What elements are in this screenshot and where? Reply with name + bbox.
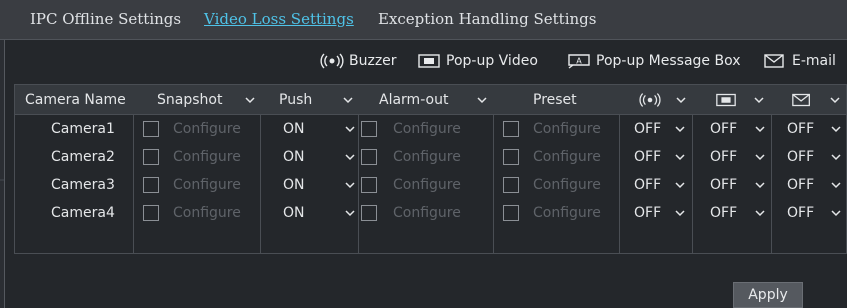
preset-checkbox[interactable]	[503, 121, 519, 137]
legend-popup-message-label: Pop-up Message Box	[596, 53, 741, 69]
legend-buzzer: Buzzer	[320, 52, 397, 70]
chevron-down-icon[interactable]	[343, 95, 353, 105]
chevron-down-icon[interactable]	[345, 208, 355, 218]
camera-name: Camera1	[51, 121, 115, 137]
chevron-down-icon[interactable]	[477, 95, 487, 105]
apply-button[interactable]: Apply	[733, 282, 803, 308]
preset-configure[interactable]: Configure	[533, 143, 601, 171]
chevron-down-icon[interactable]	[754, 95, 764, 105]
alarm-out-checkbox[interactable]	[361, 205, 377, 221]
push-select[interactable]: ON	[283, 171, 305, 199]
legend-email-label: E-mail	[792, 53, 836, 69]
chevron-down-icon[interactable]	[755, 180, 765, 190]
buzzer-icon	[320, 53, 344, 69]
push-select[interactable]: ON	[283, 115, 305, 143]
chevron-down-icon[interactable]	[675, 180, 685, 190]
buzzer-icon	[639, 93, 661, 107]
chevron-down-icon[interactable]	[345, 124, 355, 134]
email-icon	[764, 54, 784, 68]
chevron-down-icon[interactable]	[675, 124, 685, 134]
preset-checkbox[interactable]	[503, 149, 519, 165]
email-select[interactable]: OFF	[787, 143, 814, 171]
preset-checkbox[interactable]	[503, 205, 519, 221]
preset-configure[interactable]: Configure	[533, 171, 601, 199]
alarm-out-configure[interactable]: Configure	[393, 199, 461, 227]
push-select[interactable]: ON	[283, 143, 305, 171]
email-icon	[792, 93, 810, 107]
chevron-down-icon[interactable]	[831, 124, 841, 134]
chevron-down-icon[interactable]	[831, 180, 841, 190]
email-select[interactable]: OFF	[787, 199, 814, 227]
legend-popup-video-label: Pop-up Video	[446, 53, 538, 69]
alarm-out-configure[interactable]: Configure	[393, 171, 461, 199]
chevron-down-icon[interactable]	[676, 95, 686, 105]
svg-text:A: A	[576, 57, 582, 66]
chevron-down-icon[interactable]	[675, 152, 685, 162]
snapshot-checkbox[interactable]	[143, 121, 159, 137]
chevron-down-icon[interactable]	[831, 152, 841, 162]
popup-video-select[interactable]: OFF	[710, 115, 737, 143]
tab-exception-handling-settings[interactable]: Exception Handling Settings	[378, 10, 596, 28]
popup-message-icon: A	[568, 54, 590, 69]
table-row: Camera1 Configure ON Configure Configure…	[15, 115, 847, 143]
email-select[interactable]: OFF	[787, 171, 814, 199]
tab-bar: IPC Offline Settings Video Loss Settings…	[0, 0, 847, 40]
snapshot-checkbox[interactable]	[143, 149, 159, 165]
legend-buzzer-label: Buzzer	[349, 53, 397, 69]
chevron-down-icon[interactable]	[831, 208, 841, 218]
tab-video-loss-settings[interactable]: Video Loss Settings	[204, 10, 354, 28]
buzzer-select[interactable]: OFF	[634, 171, 661, 199]
popup-video-icon	[716, 93, 736, 107]
snapshot-configure[interactable]: Configure	[173, 171, 241, 199]
preset-configure[interactable]: Configure	[533, 199, 601, 227]
camera-name: Camera4	[51, 205, 115, 221]
tab-ipc-offline-settings[interactable]: IPC Offline Settings	[30, 10, 181, 28]
snapshot-configure[interactable]: Configure	[173, 143, 241, 171]
header-alarm-out: Alarm-out	[379, 92, 449, 108]
header-camera-name: Camera Name	[25, 92, 126, 108]
video-loss-table: Camera Name Snapshot Push Alarm-out Pres…	[14, 84, 847, 254]
chevron-down-icon[interactable]	[245, 95, 255, 105]
popup-video-select[interactable]: OFF	[710, 143, 737, 171]
table-row: Camera2 Configure ON Configure Configure…	[15, 143, 847, 171]
header-snapshot: Snapshot	[157, 92, 223, 108]
popup-video-icon	[418, 54, 440, 68]
legend-popup-video: Pop-up Video	[417, 52, 538, 70]
table-header-row: Camera Name Snapshot Push Alarm-out Pres…	[15, 85, 847, 115]
alarm-out-configure[interactable]: Configure	[393, 115, 461, 143]
chevron-down-icon[interactable]	[755, 124, 765, 134]
chevron-down-icon[interactable]	[675, 208, 685, 218]
legend-popup-message: A Pop-up Message Box	[567, 52, 741, 70]
legend-email: E-mail	[763, 52, 836, 70]
preset-configure[interactable]: Configure	[533, 115, 601, 143]
chevron-down-icon[interactable]	[755, 208, 765, 218]
popup-video-select[interactable]: OFF	[710, 199, 737, 227]
header-push: Push	[279, 92, 313, 108]
email-select[interactable]: OFF	[787, 115, 814, 143]
snapshot-checkbox[interactable]	[143, 205, 159, 221]
snapshot-configure[interactable]: Configure	[173, 199, 241, 227]
alarm-out-checkbox[interactable]	[361, 149, 377, 165]
alarm-out-checkbox[interactable]	[361, 177, 377, 193]
table-row: Camera3 Configure ON Configure Configure…	[15, 171, 847, 199]
alarm-out-checkbox[interactable]	[361, 121, 377, 137]
buzzer-select[interactable]: OFF	[634, 143, 661, 171]
buzzer-select[interactable]: OFF	[634, 115, 661, 143]
popup-video-select[interactable]: OFF	[710, 171, 737, 199]
chevron-down-icon[interactable]	[830, 95, 840, 105]
chevron-down-icon[interactable]	[345, 180, 355, 190]
preset-checkbox[interactable]	[503, 177, 519, 193]
snapshot-configure[interactable]: Configure	[173, 115, 241, 143]
camera-name: Camera2	[51, 149, 115, 165]
snapshot-checkbox[interactable]	[143, 177, 159, 193]
table-row: Camera4 Configure ON Configure Configure…	[15, 199, 847, 227]
buzzer-select[interactable]: OFF	[634, 199, 661, 227]
push-select[interactable]: ON	[283, 199, 305, 227]
chevron-down-icon[interactable]	[755, 152, 765, 162]
chevron-down-icon[interactable]	[345, 152, 355, 162]
camera-name: Camera3	[51, 177, 115, 193]
header-preset: Preset	[533, 92, 577, 108]
alarm-out-configure[interactable]: Configure	[393, 143, 461, 171]
